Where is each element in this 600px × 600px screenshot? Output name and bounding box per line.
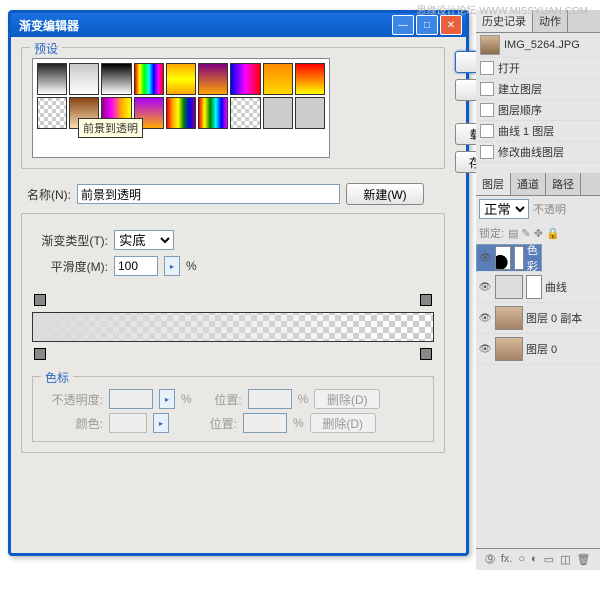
delete-button-2: 删除(D) (310, 413, 376, 433)
titlebar[interactable]: 渐变编辑器 — □ ✕ (11, 13, 466, 37)
preset-swatch[interactable] (37, 97, 67, 129)
preset-swatch[interactable] (263, 97, 293, 129)
pos-input-1 (248, 389, 292, 409)
type-label: 渐变类型(T): (32, 232, 108, 249)
delete-button-1: 删除(D) (314, 389, 380, 409)
layer-row[interactable]: 👁图层 0 副本 (476, 303, 600, 334)
preset-swatch[interactable] (295, 97, 325, 129)
layer-row[interactable]: 👁图层 0 (476, 334, 600, 365)
presets-label: 预设 (30, 40, 62, 57)
layer-panel-icon[interactable]: ◐ (531, 553, 538, 566)
layer-panel-icon[interactable]: 🗑 (577, 553, 591, 566)
history-item[interactable]: 曲线 1 图层 (476, 121, 600, 142)
opacity-label: 不透明度: (43, 391, 103, 408)
layer-panel-icon[interactable]: ◫ (560, 553, 570, 566)
visibility-icon[interactable]: 👁 (479, 251, 492, 265)
history-item[interactable]: 建立图层 (476, 79, 600, 100)
new-button[interactable]: 新建(W) (346, 183, 424, 205)
percent-label: % (186, 259, 197, 273)
layer-panel-icon[interactable]: ▭ (544, 553, 554, 566)
side-panels: 历史记录 动作 IMG_5264.JPG 打开建立图层图层顺序曲线 1 图层修改… (476, 10, 600, 570)
preset-swatch[interactable] (198, 97, 228, 129)
pct1: % (181, 392, 192, 406)
name-label: 名称(N): (21, 186, 71, 203)
color-stop-right[interactable] (420, 348, 432, 360)
preset-swatch[interactable] (166, 97, 196, 129)
maximize-button[interactable]: □ (416, 15, 438, 35)
opacity-input (109, 389, 153, 409)
visibility-icon[interactable]: 👁 (478, 311, 492, 325)
gradient-editor-dialog: 渐变编辑器 — □ ✕ 预设 前景到透明 名称(N): 新建(W) 渐变类型(T… (8, 10, 469, 556)
history-file: IMG_5264.JPG (504, 39, 580, 51)
watermark: 思缘设计论坛 WWW.MISSYUAN.COM (416, 2, 588, 17)
pct3: % (293, 416, 304, 430)
layer-panel-icon[interactable]: ○ (518, 553, 525, 566)
preset-swatch[interactable] (69, 63, 99, 95)
layer-row[interactable]: 👁曲线 (476, 272, 600, 303)
preset-swatch[interactable] (263, 63, 293, 95)
name-input[interactable] (77, 184, 340, 204)
preset-swatch[interactable] (295, 63, 325, 95)
dropdown-icon[interactable]: ▸ (164, 256, 180, 276)
pos-input-2 (243, 413, 287, 433)
preset-swatch[interactable] (230, 63, 260, 95)
opacity-stop-left[interactable] (34, 294, 46, 306)
visibility-icon[interactable]: 👁 (478, 342, 492, 356)
lock-icons[interactable]: ▤ ✎ ✥ 🔒 (508, 227, 560, 240)
blend-mode-select[interactable]: 正常 (479, 199, 529, 219)
close-button[interactable]: ✕ (440, 15, 462, 35)
preset-swatch[interactable] (198, 63, 228, 95)
dialog-title: 渐变编辑器 (15, 17, 392, 34)
history-item[interactable]: 图层顺序 (476, 100, 600, 121)
pos-label: 位置: (198, 391, 242, 408)
preset-swatch[interactable] (37, 63, 67, 95)
color-swatch (109, 413, 147, 433)
color-stop-left[interactable] (34, 348, 46, 360)
arrow-icon: ▸ (159, 389, 175, 409)
history-source[interactable]: IMG_5264.JPG (476, 33, 600, 58)
preset-swatch[interactable] (134, 63, 164, 95)
tab-paths[interactable]: 路径 (546, 173, 581, 195)
preset-swatch[interactable] (230, 97, 260, 129)
smooth-label: 平滑度(M): (32, 258, 108, 275)
type-select[interactable]: 实底 (114, 230, 174, 250)
tab-layers[interactable]: 图层 (476, 173, 511, 195)
presets-grid[interactable] (32, 58, 330, 158)
gradient-bar[interactable] (32, 312, 434, 342)
minimize-button[interactable]: — (392, 15, 414, 35)
lock-label: 锁定: (479, 225, 504, 241)
pct2: % (298, 392, 309, 406)
color-label: 颜色: (43, 415, 103, 432)
opacity-stop-right[interactable] (420, 294, 432, 306)
preset-swatch[interactable] (101, 63, 131, 95)
layer-row[interactable]: 👁色彩 (476, 244, 542, 272)
arrow-icon2: ▸ (153, 413, 169, 433)
layer-panel-icon[interactable]: ➈ (486, 553, 495, 566)
fill-label: 不透明 (533, 201, 566, 217)
stops-label: 色标 (41, 369, 73, 386)
history-item[interactable]: 打开 (476, 58, 600, 79)
preset-swatch[interactable] (166, 63, 196, 95)
tab-channels[interactable]: 通道 (511, 173, 546, 195)
smooth-input[interactable] (114, 256, 158, 276)
swatch-tooltip: 前景到透明 (78, 118, 143, 138)
history-item[interactable]: 修改曲线图层 (476, 142, 600, 163)
pos-label-2: 位置: (193, 415, 237, 432)
visibility-icon[interactable]: 👁 (478, 280, 492, 294)
layer-panel-icon[interactable]: fx. (501, 553, 513, 566)
